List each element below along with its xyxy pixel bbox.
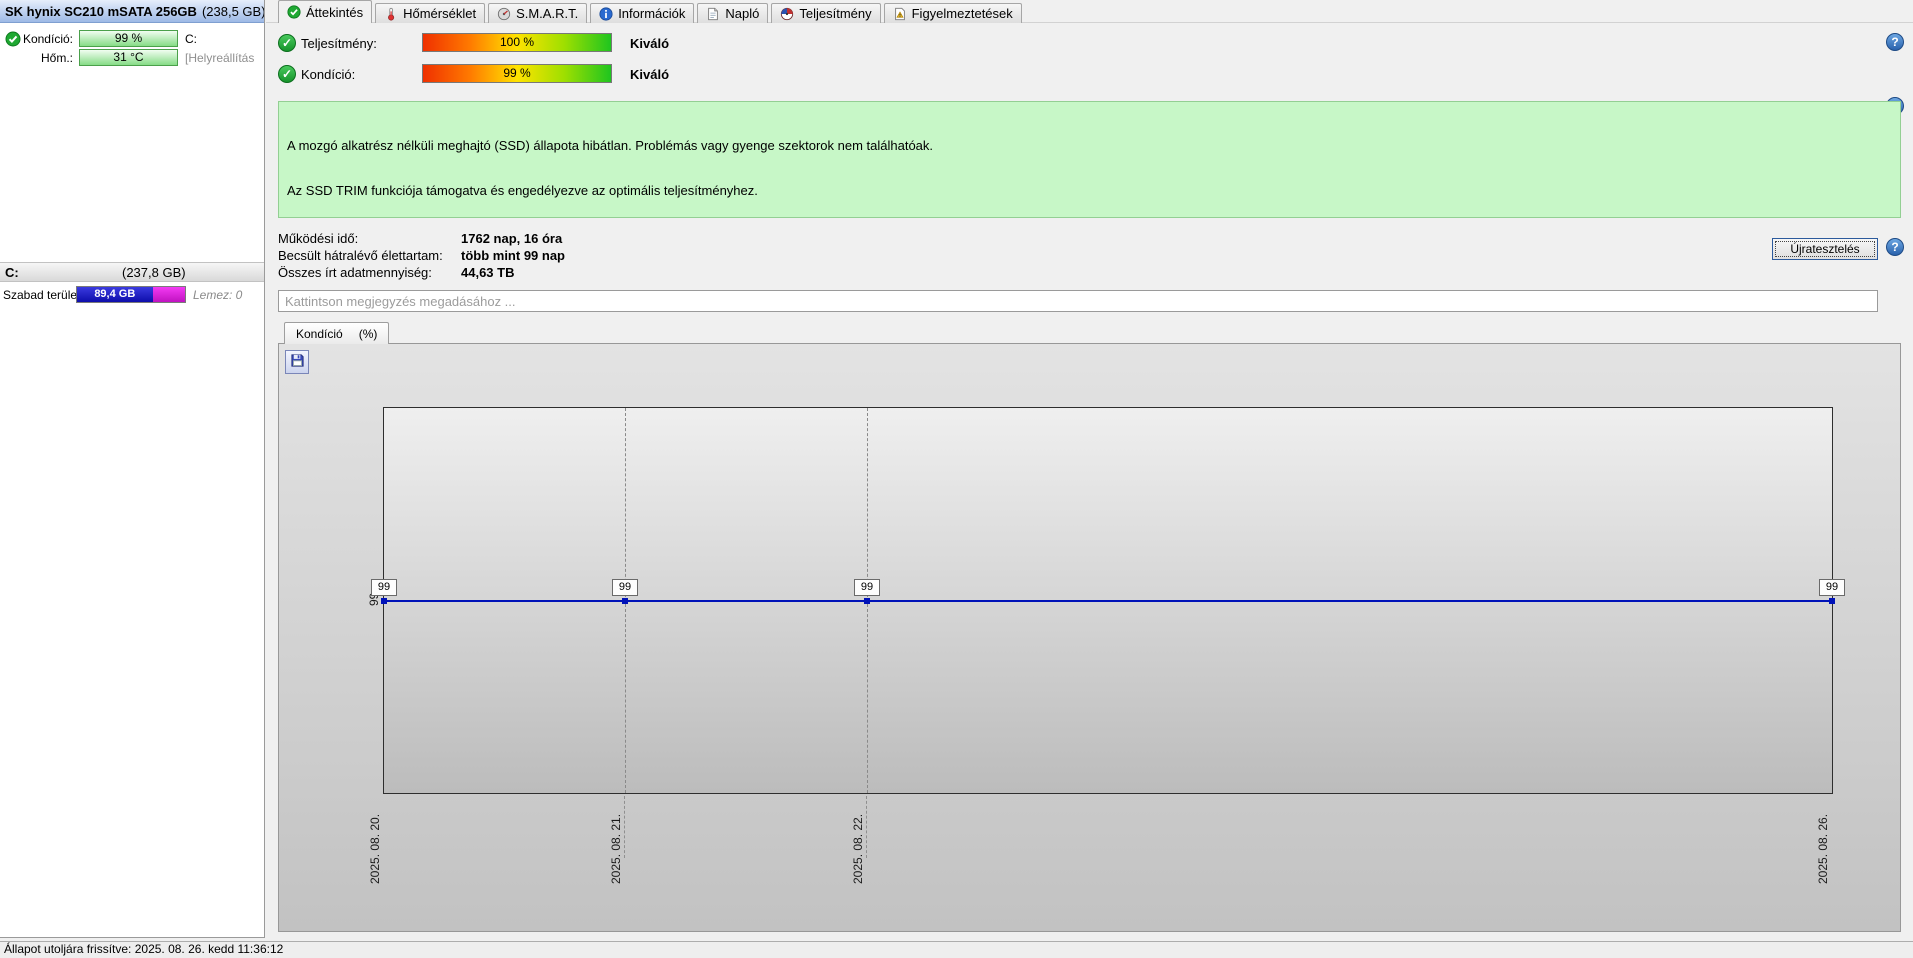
tab-performance-label: Teljesítmény [799,6,872,21]
drive-condition-bar: 99 % [79,30,178,47]
tab-temperature-label: Hőmérséklet [403,6,477,21]
status-bar: Állapot utoljára frissítve: 2025. 08. 26… [0,941,1913,958]
partition-name: C: [5,264,19,280]
tab-information[interactable]: Információk [590,3,695,23]
condition-ok-icon [278,65,296,83]
save-chart-button[interactable] [285,350,309,374]
chart-point-value-label: 99 [371,578,397,596]
drive-temperature-note: [Helyreállítás [185,51,255,65]
performance-label: Teljesítmény: [301,36,377,51]
comment-input[interactable] [278,290,1878,312]
info-label: Működési idő: [278,231,359,246]
tab-log-label: Napló [725,6,760,21]
condition-rating: Kiváló [630,67,670,82]
chart-tab-unit: (%) [358,326,378,341]
chart-tab-label: Kondíció [296,326,343,341]
floppy-disk-icon [290,353,305,371]
tab-overview-label: Áttekintés [306,4,364,20]
disk-number-note: Lemez: 0 [193,288,243,302]
chart-tab-condition[interactable]: Kondíció (%) [284,322,390,344]
free-space-bar-remainder [152,287,185,302]
chart-gridline-stub [866,796,867,858]
condition-meter: 99 % [422,64,612,83]
health-status-box: A mozgó alkatrész nélküli meghajtó (SSD)… [278,101,1901,218]
info-label: Összes írt adatmennyiség: [278,265,432,280]
info-row: Becsült hátralévő élettartam: több mint … [278,247,565,264]
drive-health-check-icon [5,31,21,47]
free-space-value: 89,4 GB [77,287,153,302]
drive-temperature-label: Hőm.: [40,51,73,65]
chart-data-point [864,597,870,604]
status-line: Az SSD TRIM funkciója támogatva és enged… [287,183,758,198]
condition-label: Kondíció: [301,67,356,82]
main-tabbar: Áttekintés Hőmérséklet S.M.A.R.T. Inform… [278,0,1025,23]
help-icon[interactable] [1886,33,1904,51]
chart-x-axis: 2025. 08. 20. 2025. 08. 21. 2025. 08. 22. 2… [368,796,1833,916]
info-row: Összes írt adatmennyiség: 44,63 TB [278,264,565,281]
retest-button[interactable]: Újratesztelés [1772,238,1878,260]
tab-alerts-label: Figyelmeztetések [911,6,1013,21]
document-icon [706,7,720,21]
performance-ok-icon [278,34,296,52]
gauge-icon [497,7,511,21]
chart-x-tick-label: 2025. 08. 21. [609,813,623,884]
chart-point-value-label: 99 [612,578,638,596]
alert-page-icon [893,7,907,21]
drive-condition-note: C: [185,32,197,46]
thermometer-icon [384,7,398,21]
drive-size: (238,5 GB) [201,3,264,19]
performance-gauge-icon [780,7,794,21]
tab-temperature[interactable]: Hőmérséklet [375,3,486,23]
chart-data-point [381,597,387,604]
tab-overview[interactable]: Áttekintés [278,0,373,23]
info-value: több mint 99 nap [461,248,565,263]
drive-condition-label: Kondíció: [22,32,73,46]
info-icon [599,6,613,21]
partition-size: (237,8 GB) [122,264,186,280]
chart-point-value-label: 99 [854,578,880,596]
chart-series-line [383,599,1833,602]
free-space-bar: 89,4 GB [76,286,186,303]
tab-log[interactable]: Napló [697,3,769,23]
chart-x-tick-label: 2025. 08. 26. [1816,813,1830,884]
info-value: 44,63 TB [461,265,515,280]
drive-list-item-header[interactable]: SK hynix SC210 mSATA 256GB (238,5 GB) L [0,0,264,23]
drive-sidebar: SK hynix SC210 mSATA 256GB (238,5 GB) L … [0,0,265,938]
chart-point-value-label: 99 [1819,578,1845,596]
status-line: A mozgó alkatrész nélküli meghajtó (SSD)… [287,138,934,153]
chart-x-tick-label: 2025. 08. 20. [368,813,382,884]
tab-smart-label: S.M.A.R.T. [516,6,579,21]
chart-plot: 99 99 99 99 [371,407,1845,794]
drive-info-block: Működési idő: 1762 nap, 16 óra Becsült h… [278,230,565,281]
chart-x-tick-label: 2025. 08. 22. [851,813,865,884]
info-row: Működési idő: 1762 nap, 16 óra [278,230,565,247]
chart-data-point [622,597,628,604]
chart-gridline-stub [624,796,625,858]
drive-temperature-bar: 31 °C [79,49,178,66]
condition-chart-panel: 99 99 99 99 99 2025. 08. 20. 2025. 08. 21. 20… [278,343,1901,932]
free-space-label: Szabad terület [3,288,81,302]
condition-row: Kondíció: 99 % Kiváló [278,64,978,84]
tab-performance[interactable]: Teljesítmény [771,3,881,23]
tab-information-label: Információk [618,6,686,21]
check-circle-icon [287,5,301,19]
tab-alerts[interactable]: Figyelmeztetések [883,3,1022,23]
performance-row: Teljesítmény: 100 % Kiváló [278,33,978,53]
partition-list-item[interactable]: C: (237,8 GB) [0,262,264,282]
help-icon[interactable] [1886,238,1904,256]
performance-meter: 100 % [422,33,612,52]
chart-data-point [1829,597,1835,604]
info-label: Becsült hátralévő élettartam: [278,248,443,263]
info-value: 1762 nap, 16 óra [461,231,563,246]
drive-name: SK hynix SC210 mSATA 256GB [5,3,197,19]
tab-smart[interactable]: S.M.A.R.T. [488,3,588,23]
performance-rating: Kiváló [630,36,670,51]
